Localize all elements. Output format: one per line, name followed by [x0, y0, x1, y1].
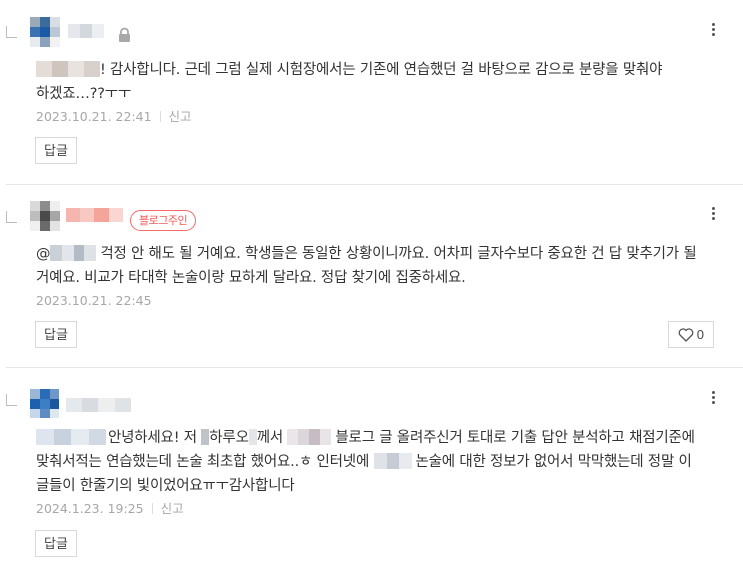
- comment-text: 안녕하세요! 저 하루오 께서 블로그 글 올려주신거 토대로 기출 답안 분석…: [36, 429, 695, 494]
- comment-date: 2024.1.23. 19:25: [36, 501, 144, 516]
- avatar[interactable]: [30, 389, 59, 418]
- name-blurred: [373, 453, 412, 469]
- comment-text: ! 감사합니다. 근데 그럼 실제 시험장에서는 기존에 연습했던 걸 바탕으로…: [36, 61, 663, 102]
- avatar[interactable]: [30, 17, 60, 47]
- more-vertical-icon[interactable]: [710, 206, 718, 222]
- name-blurred: [248, 429, 257, 445]
- heart-outline-icon: [678, 328, 694, 342]
- like-button[interactable]: 0: [668, 321, 714, 348]
- name-blurred: [36, 429, 106, 445]
- comment-item: ! 감사합니다. 근데 그럼 실제 시험장에서는 기존에 연습했던 걸 바탕으로…: [0, 0, 743, 184]
- comment-item: 블로그주인 @ 걱정 안 해도 될 거예요. 학생들은 동일한 상황이니까요. …: [0, 185, 743, 367]
- avatar[interactable]: [30, 201, 60, 231]
- comment-meta: 2023.10.21. 22:45: [36, 293, 152, 309]
- lock-icon: [118, 27, 131, 43]
- more-vertical-icon[interactable]: [710, 22, 718, 38]
- nickname-blurred[interactable]: [66, 208, 123, 222]
- comment-date: 2023.10.21. 22:45: [36, 293, 152, 308]
- nickname-blurred[interactable]: [68, 24, 104, 38]
- more-vertical-icon[interactable]: [710, 390, 718, 406]
- mention-blurred: [36, 61, 100, 77]
- mention-blurred: [50, 245, 97, 261]
- reply-button[interactable]: 답글: [35, 530, 77, 557]
- comment-meta: 2023.10.21. 22:41 신고: [36, 109, 192, 125]
- name-blurred: [201, 429, 210, 445]
- comment-meta: 2024.1.23. 19:25 신고: [36, 501, 184, 517]
- name-blurred: [287, 429, 332, 445]
- reply-arrow-icon: [6, 394, 17, 406]
- like-count: 0: [696, 327, 704, 342]
- mentioned-name: 하루오: [209, 430, 249, 446]
- divider: [159, 111, 161, 122]
- reply-arrow-icon: [6, 26, 17, 38]
- comment-text: @ 걱정 안 해도 될 거예요. 학생들은 동일한 상황이니까요. 어차피 글자…: [36, 245, 697, 286]
- reply-arrow-icon: [6, 211, 17, 223]
- nickname-blurred[interactable]: [66, 398, 131, 412]
- comment-date: 2023.10.21. 22:41: [36, 109, 152, 124]
- reply-button[interactable]: 답글: [35, 321, 77, 348]
- reply-button[interactable]: 답글: [35, 137, 77, 164]
- report-link[interactable]: 신고: [161, 501, 184, 516]
- report-link[interactable]: 신고: [169, 109, 192, 124]
- blog-owner-badge: 블로그주인: [130, 210, 197, 231]
- divider: [151, 503, 153, 514]
- mention-symbol: @: [36, 246, 51, 262]
- comment-item: 안녕하세요! 저 하루오 께서 블로그 글 올려주신거 토대로 기출 답안 분석…: [0, 368, 743, 575]
